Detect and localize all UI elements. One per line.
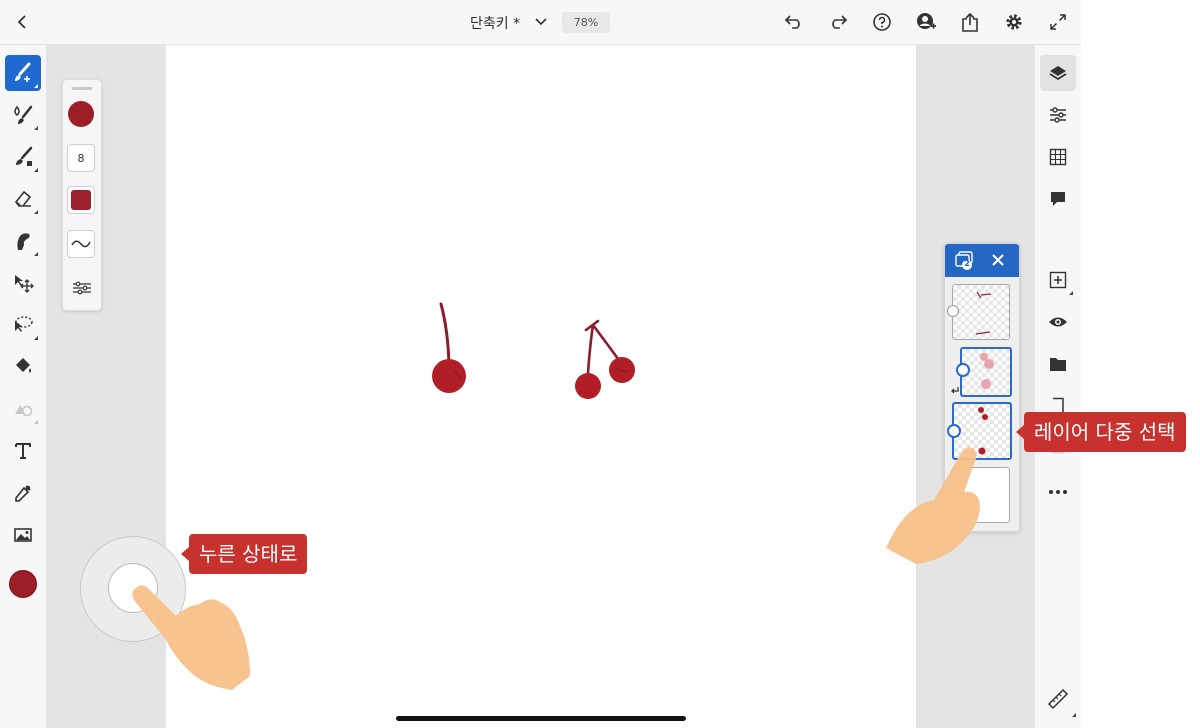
move-icon <box>15 275 34 293</box>
settings-icon[interactable] <box>1003 11 1025 33</box>
watercolor-brush-icon <box>14 105 33 124</box>
help-icon[interactable] <box>871 11 893 33</box>
image-tool[interactable] <box>5 517 41 553</box>
transform-tool[interactable] <box>5 265 41 301</box>
share-icon[interactable] <box>959 11 981 33</box>
lasso-select-tool[interactable] <box>5 307 41 343</box>
layer-link-toggle[interactable] <box>947 305 959 317</box>
eraser-icon <box>14 190 32 207</box>
top-bar: 단축키 * 78% <box>0 0 1200 45</box>
eyedropper-tool[interactable] <box>5 475 41 511</box>
brush-color-button[interactable] <box>67 186 95 214</box>
pixel-brush-tool[interactable] <box>5 139 41 175</box>
brush-preview-dot <box>68 101 94 127</box>
brush-size-field[interactable]: 8 <box>67 144 95 172</box>
visibility-icon[interactable] <box>1040 304 1076 340</box>
current-color-dot <box>9 570 37 598</box>
multi-select-icon[interactable]: 2 <box>954 251 976 271</box>
brush-tool[interactable] <box>5 55 41 91</box>
more-icon[interactable] <box>1040 474 1076 510</box>
grid-icon[interactable] <box>1040 139 1076 175</box>
fullscreen-icon[interactable] <box>1047 11 1069 33</box>
document-title[interactable]: 단축키 * <box>470 13 520 33</box>
brush-color-swatch <box>71 190 91 210</box>
cherry-drawing <box>432 302 635 399</box>
cherry-right-upper <box>609 357 635 383</box>
callout-multi-select: 레이어 다중 선택 <box>1016 412 1186 452</box>
text-icon <box>15 443 31 459</box>
right-toolbar <box>1034 45 1081 728</box>
finger-press-graphic <box>132 585 250 690</box>
close-icon[interactable] <box>990 252 1006 268</box>
layer-selected-marker[interactable] <box>956 363 970 377</box>
add-layer-icon[interactable] <box>1040 262 1076 298</box>
invite-user-icon[interactable] <box>915 11 937 33</box>
zoom-level[interactable]: 78% <box>562 12 610 33</box>
shapes-icon <box>15 405 33 417</box>
title-dropdown-icon[interactable] <box>533 14 549 30</box>
smudge-tool[interactable] <box>5 223 41 259</box>
paint-bucket-icon <box>16 358 31 373</box>
cherry-stem-left <box>439 302 451 367</box>
shape-tool[interactable] <box>5 391 41 427</box>
eyedropper-icon <box>15 485 31 502</box>
brush-settings-icon[interactable] <box>72 279 92 297</box>
selected-layer-count: 2 <box>964 259 970 268</box>
callout-press-hold: 누른 상태로 <box>180 534 308 574</box>
color-swatch[interactable] <box>5 566 41 602</box>
folder-icon[interactable] <box>1040 346 1076 382</box>
panel-drag-handle[interactable] <box>72 87 92 90</box>
home-indicator <box>396 716 686 721</box>
smudge-icon <box>17 233 30 250</box>
drawing-canvas[interactable] <box>166 45 916 728</box>
app-window: 단축키 * 78% 8 2 레이어 다중 선택 누른 상태로 <box>0 0 1200 728</box>
stems-preview <box>975 291 992 335</box>
text-tool[interactable] <box>5 433 41 469</box>
lasso-icon <box>15 316 33 332</box>
finger-tap-graphic <box>886 447 980 564</box>
layers-icon[interactable] <box>1040 55 1076 91</box>
watercolor-tool[interactable] <box>5 97 41 133</box>
undo-icon[interactable] <box>783 11 805 33</box>
comments-icon[interactable] <box>1040 181 1076 217</box>
adjustments-icon[interactable] <box>1040 97 1076 133</box>
brush-settings-panel: 8 <box>62 79 102 311</box>
layer-selected-marker[interactable] <box>947 424 961 438</box>
cherry-left <box>432 359 466 393</box>
back-icon[interactable] <box>12 11 34 33</box>
layers-panel-header: 2 <box>945 244 1019 277</box>
outer-margin <box>1081 0 1200 728</box>
left-toolbar <box>0 45 47 728</box>
layer-thumbnail-stems[interactable] <box>952 284 1010 340</box>
cherry-right-lower <box>575 373 601 399</box>
redo-icon[interactable] <box>827 11 849 33</box>
pixel-brush-icon <box>16 146 33 166</box>
ruler-icon[interactable] <box>1040 681 1076 717</box>
image-icon <box>14 528 32 542</box>
fill-tool[interactable] <box>5 349 41 385</box>
pressure-curve-button[interactable] <box>67 230 95 258</box>
wave-icon <box>71 240 91 248</box>
brush-icon <box>15 62 31 82</box>
clipping-arrow-icon <box>950 381 960 394</box>
eraser-tool[interactable] <box>5 181 41 217</box>
